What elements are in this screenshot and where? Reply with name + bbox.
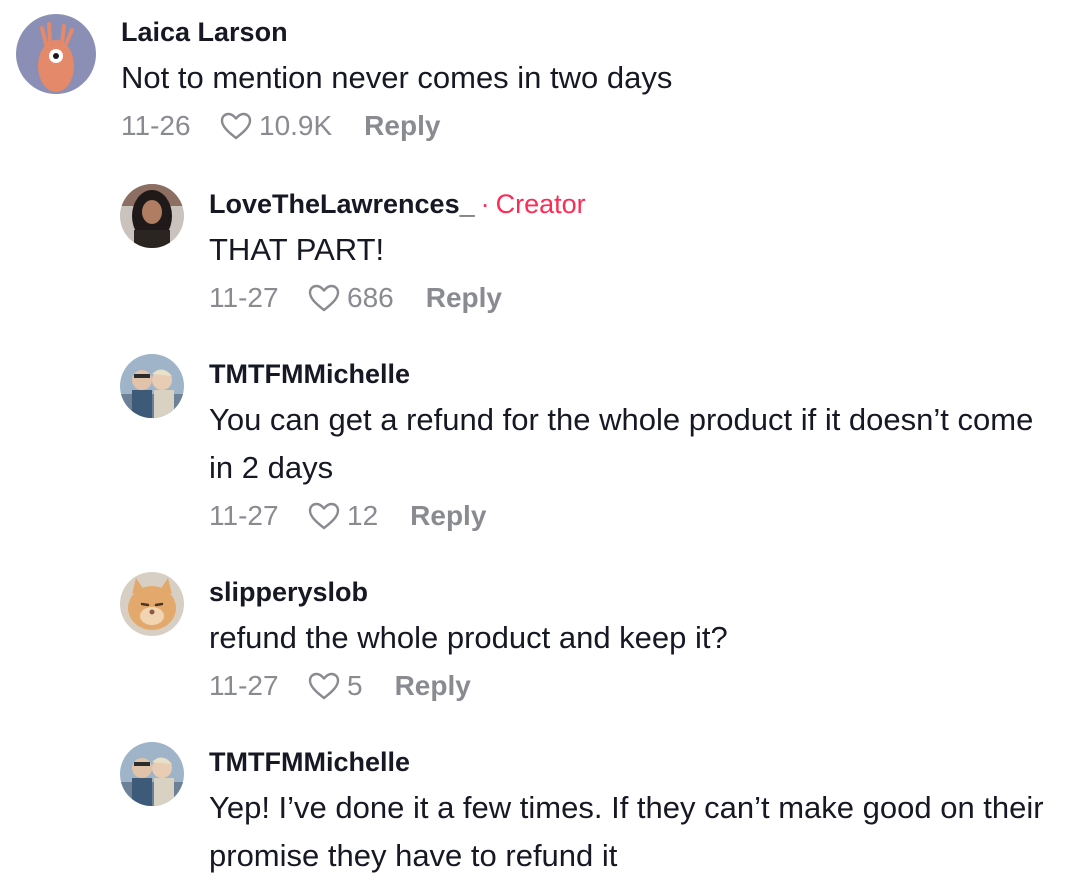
woman-portrait-avatar-icon: [120, 184, 184, 248]
comment-text: You can get a refund for the whole produ…: [209, 402, 1034, 485]
comment-username[interactable]: Laica Larson: [121, 16, 1056, 48]
like-count: 12: [347, 500, 379, 531]
comment-username[interactable]: TMTFMMichelle: [209, 746, 1056, 778]
couple-photo-avatar-icon: [120, 354, 184, 418]
comment-text: THAT PART!: [209, 232, 385, 267]
reply-button[interactable]: Reply: [395, 668, 471, 704]
avatar[interactable]: [120, 572, 184, 636]
like-button[interactable]: 10.9K: [219, 108, 364, 144]
like-button[interactable]: 5: [307, 668, 395, 704]
comment-username[interactable]: TMTFMMichelle: [209, 358, 1056, 390]
reply-button[interactable]: Reply: [364, 108, 440, 144]
couple-photo-avatar-icon: [120, 742, 184, 806]
like-button[interactable]: 686: [307, 280, 426, 316]
comment-date: 11-27: [209, 500, 279, 531]
creator-separator: ·: [480, 189, 490, 219]
reply-button[interactable]: Reply: [426, 280, 502, 316]
comment-date: 11-27: [209, 670, 279, 701]
avatar[interactable]: [120, 354, 184, 418]
avatar[interactable]: [120, 184, 184, 248]
heart-icon: [220, 112, 252, 140]
like-count: 5: [347, 670, 363, 701]
comment-text: Yep! I’ve done it a few times. If they c…: [209, 790, 1044, 873]
comment-text: Not to mention never comes in two days: [121, 60, 673, 95]
comment-username[interactable]: slipperyslob: [209, 576, 1056, 608]
comment-date: 11-27: [209, 282, 279, 313]
heart-icon: [308, 284, 340, 312]
comment-username[interactable]: LoveTheLawrences_ · Creator: [209, 188, 1056, 220]
comment-date: 11-26: [121, 110, 191, 141]
comment-text: refund the whole product and keep it?: [209, 620, 728, 655]
cat-photo-avatar-icon: [120, 572, 184, 636]
reply-button[interactable]: Reply: [410, 498, 486, 534]
heart-icon: [308, 672, 340, 700]
like-button[interactable]: 12: [307, 498, 410, 534]
like-count: 10.9K: [259, 110, 333, 141]
cartoon-creature-avatar-icon: [16, 14, 96, 94]
heart-icon: [308, 502, 340, 530]
username-text[interactable]: LoveTheLawrences_: [209, 189, 475, 219]
creator-badge: Creator: [495, 189, 586, 219]
avatar[interactable]: [16, 14, 96, 94]
avatar[interactable]: [120, 742, 184, 806]
like-count: 686: [347, 282, 394, 313]
